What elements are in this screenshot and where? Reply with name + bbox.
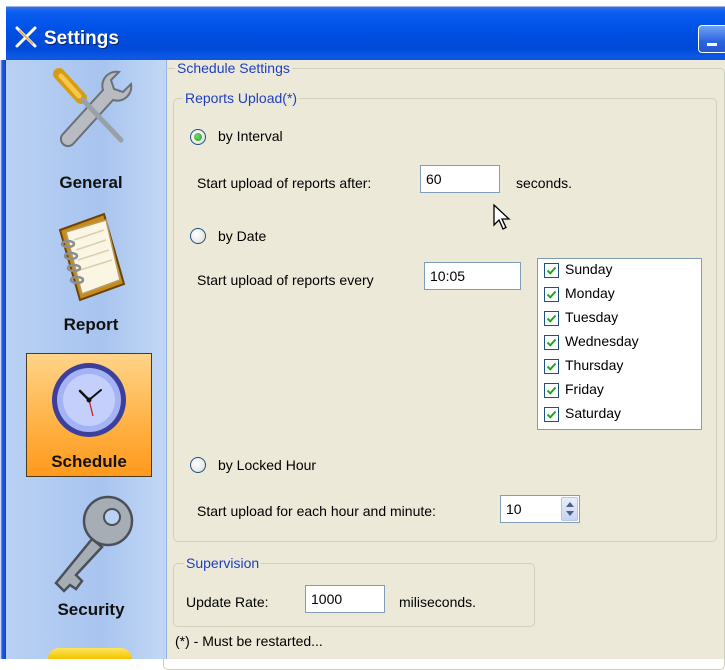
weekday-checklist[interactable]: Sunday Monday Tuesday Wednesday Thursday… (537, 258, 702, 430)
schedule-settings-title: Schedule Settings (175, 60, 292, 76)
weekday-label: Saturday (565, 405, 622, 421)
weekday-label: Tuesday (565, 309, 619, 325)
sidebar: General Report Schedule Security (6, 60, 167, 659)
date-prefix-label: Start upload of reports every (197, 272, 374, 288)
weekday-label: Wednesday (565, 333, 639, 349)
by-interval-label[interactable]: by Interval (218, 128, 283, 144)
settings-tools-icon (13, 24, 39, 50)
locked-hour-prefix-label: Start upload for each hour and minute: (197, 503, 436, 519)
interval-seconds-input[interactable]: 60 (420, 165, 500, 193)
sidebar-item-label: Report (63, 315, 119, 334)
weekday-label: Monday (565, 285, 615, 301)
window-edge (0, 0, 6, 60)
by-locked-hour-label[interactable]: by Locked Hour (218, 457, 316, 473)
spin-up-icon[interactable] (566, 502, 574, 507)
update-rate-suffix-label: miliseconds. (399, 594, 477, 610)
update-rate-input[interactable]: 1000 (305, 585, 385, 613)
weekday-label: Thursday (565, 357, 624, 373)
sidebar-item-label: General (59, 173, 123, 192)
checkbox-icon[interactable] (544, 407, 559, 422)
date-time-input[interactable]: 10:05 (424, 262, 521, 290)
checkbox-icon[interactable] (544, 335, 559, 350)
interval-prefix-label: Start upload of reports after: (197, 175, 372, 191)
reports-upload-legend: Reports Upload(*) (183, 90, 300, 106)
supervision-legend: Supervision (184, 555, 262, 571)
sidebar-item-schedule[interactable]: Schedule (26, 353, 152, 477)
sidebar-item-label: Schedule (51, 452, 127, 471)
weekday-label: Friday (565, 381, 604, 397)
checkbox-icon[interactable] (544, 311, 559, 326)
by-date-label[interactable]: by Date (218, 228, 266, 244)
by-locked-hour-radio[interactable] (190, 457, 206, 473)
key-icon (46, 491, 136, 604)
database-icon[interactable] (48, 648, 132, 659)
window-title: Settings (44, 28, 119, 49)
checkbox-icon[interactable] (544, 359, 559, 374)
by-date-radio[interactable] (190, 228, 206, 244)
restart-footnote: (*) - Must be restarted... (175, 633, 323, 649)
spinner-buttons[interactable] (561, 497, 578, 521)
checkbox-icon[interactable] (544, 383, 559, 398)
checkbox-icon[interactable] (544, 263, 559, 278)
minimize-button[interactable] (698, 25, 725, 53)
clock-icon (49, 360, 129, 445)
update-rate-label: Update Rate: (186, 594, 269, 610)
weekday-label: Sunday (565, 261, 613, 277)
sidebar-item-report[interactable]: Report (26, 205, 156, 345)
sidebar-item-security[interactable]: Security (26, 485, 156, 630)
locked-hour-value[interactable]: 10 (506, 501, 522, 517)
by-interval-radio[interactable] (190, 129, 206, 145)
notebook-icon (54, 210, 130, 309)
spin-down-icon[interactable] (566, 511, 574, 516)
interval-suffix-label: seconds. (516, 175, 573, 191)
schedule-settings-panel: Schedule Settings Reports Upload(*) by I… (163, 60, 725, 670)
sidebar-item-label: Security (57, 600, 125, 619)
checkbox-icon[interactable] (544, 287, 559, 302)
locked-hour-spinner[interactable]: 10 (500, 495, 580, 523)
mouse-cursor-icon (492, 203, 512, 238)
sidebar-item-general[interactable]: General (26, 60, 156, 200)
tools-icon (49, 62, 135, 163)
